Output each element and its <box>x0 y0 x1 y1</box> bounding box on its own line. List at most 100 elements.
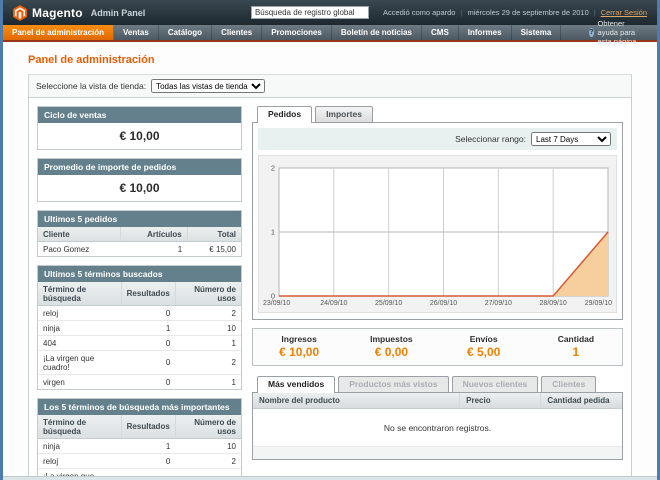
column-header: Número de usos <box>175 415 241 439</box>
nav-item-newsletter[interactable]: Boletín de noticias <box>332 25 422 40</box>
table-row: reloj02 <box>38 454 241 469</box>
magento-logo-icon <box>13 5 27 21</box>
tab-customers[interactable]: Clientes <box>541 376 596 392</box>
tab-bestsellers[interactable]: Más vendidos <box>257 376 335 393</box>
current-date: miércoles 29 de septiembre de 2010 <box>467 8 588 17</box>
nav-item-promotions[interactable]: Promociones <box>262 25 332 40</box>
store-view-bar: Seleccione la vista de tienda: Todas las… <box>28 74 632 97</box>
magento-admin-window: Magento Admin Panel Accedió como apardo … <box>0 0 660 480</box>
table-cell: 1 <box>120 242 187 257</box>
svg-text:29/09/10: 29/09/10 <box>585 300 612 307</box>
chart-tabs: Pedidos Importes <box>252 106 623 122</box>
table-row: virgen01 <box>38 375 241 390</box>
average-orders-value: € 10,00 <box>38 175 241 201</box>
table-cell: 0 <box>121 336 175 351</box>
top-search-terms-table: Término de búsquedaResultadosNúmero de u… <box>38 415 241 480</box>
table-cell: € 15,00 <box>187 242 241 257</box>
top-search-terms-title: Los 5 términos de búsqueda más important… <box>38 399 241 415</box>
last-orders-box: Ultimos 5 pedidos ClienteArtículosTotal … <box>37 210 242 257</box>
bestsellers-table: Nombre del productoPrecioCantidad pedida… <box>253 393 622 459</box>
nav-item-system[interactable]: Sistema <box>512 25 562 40</box>
range-select[interactable]: Last 7 Days <box>531 132 611 146</box>
table-cell: 1 <box>175 375 241 390</box>
table-row: ninja110 <box>38 321 241 336</box>
products-tabs: Más vendidos Productos más vistos Nuevos… <box>252 376 623 392</box>
column-header: Cantidad pedida <box>541 393 622 409</box>
average-orders-box: Promedio de importe de pedidos € 10,00 <box>37 158 242 202</box>
average-orders-title: Promedio de importe de pedidos <box>38 159 241 175</box>
tab-new-customers[interactable]: Nuevos clientes <box>452 376 539 392</box>
table-cell: 2 <box>175 454 241 469</box>
dashboard-main: Ciclo de ventas € 10,00 Promedio de impo… <box>28 97 632 480</box>
orders-chart: 01223/09/1024/09/1025/09/1026/09/1027/09… <box>258 155 617 313</box>
last-orders-title: Ultimos 5 pedidos <box>38 211 241 227</box>
logout-link[interactable]: Cerrar Sesión <box>601 8 647 17</box>
nav-item-customers[interactable]: Clientes <box>212 25 262 40</box>
svg-text:26/09/10: 26/09/10 <box>430 300 457 307</box>
table-cell: 404 <box>38 336 121 351</box>
table-row <box>253 447 622 459</box>
lifetime-sales-box: Ciclo de ventas € 10,00 <box>37 106 242 150</box>
header-bar: Magento Admin Panel Accedió como apardo … <box>3 0 657 25</box>
svg-text:23/09/10: 23/09/10 <box>263 300 290 307</box>
magento-logo: Magento Admin Panel <box>13 5 145 21</box>
column-header: Precio <box>460 393 541 409</box>
stat-shipping: Envíos € 5,00 <box>438 334 530 359</box>
last-search-terms-table: Término de búsquedaResultadosNúmero de u… <box>38 282 241 389</box>
table-row: ¡La virgen que cuadro!02 <box>38 351 241 375</box>
column-header: Total <box>187 227 241 242</box>
table-cell: 0 <box>121 375 175 390</box>
table-cell: 2 <box>175 351 241 375</box>
table-cell: 2 <box>175 306 241 321</box>
column-header: Artículos <box>120 227 187 242</box>
empty-message: No se encontraron registros. <box>253 409 622 447</box>
nav-item-cms[interactable]: CMS <box>422 25 459 40</box>
table-cell: 0 <box>121 454 175 469</box>
page-help-link[interactable]: ? Obtener ayuda para esta página <box>579 25 657 40</box>
table-cell: 10 <box>175 439 241 454</box>
stat-tax: Impuestos € 0,00 <box>345 334 437 359</box>
window-bottom-strip <box>3 476 657 480</box>
table-row: No se encontraron registros. <box>253 409 622 447</box>
svg-text:25/09/10: 25/09/10 <box>375 300 402 307</box>
chart-panel: Seleccionar rango: Last 7 Days 01223/09/… <box>252 122 623 320</box>
column-header: Cliente <box>38 227 120 242</box>
dashboard-left-column: Ciclo de ventas € 10,00 Promedio de impo… <box>37 106 242 480</box>
svg-text:24/09/10: 24/09/10 <box>320 300 347 307</box>
tab-most-viewed[interactable]: Productos más vistos <box>338 376 448 392</box>
svg-text:1: 1 <box>271 228 275 237</box>
tab-amounts[interactable]: Importes <box>315 106 373 122</box>
nav-item-sales[interactable]: Ventas <box>114 25 159 40</box>
column-header: Término de búsqueda <box>38 282 121 306</box>
table-cell: 1 <box>175 336 241 351</box>
last-search-terms-box: Ultimos 5 términos buscados Término de b… <box>37 265 242 390</box>
global-search-input[interactable] <box>251 6 369 19</box>
nav-item-reports[interactable]: Informes <box>459 25 512 40</box>
help-icon: ? <box>589 28 593 37</box>
table-row: ninja110 <box>38 439 241 454</box>
range-label: Seleccionar rango: <box>455 134 526 144</box>
table-cell: ninja <box>38 439 121 454</box>
totals-bar: Ingresos € 10,00 Impuestos € 0,00 Envíos… <box>252 328 623 366</box>
nav-item-dashboard[interactable]: Panel de administración <box>3 25 114 40</box>
lifetime-sales-title: Ciclo de ventas <box>38 107 241 123</box>
column-header: Número de usos <box>175 282 241 306</box>
svg-text:27/09/10: 27/09/10 <box>485 300 512 307</box>
nav-item-catalog[interactable]: Catálogo <box>159 25 212 40</box>
table-cell: Paco Gomez <box>38 242 120 257</box>
table-cell: virgen <box>38 375 121 390</box>
store-view-select[interactable]: Todas las vistas de tienda <box>151 79 265 93</box>
dashboard-right-column: Pedidos Importes Seleccionar rango: Last… <box>252 106 623 480</box>
brand-suffix: Admin Panel <box>91 8 146 18</box>
top-search-terms-box: Los 5 términos de búsqueda más important… <box>37 398 242 480</box>
table-cell: 1 <box>121 439 175 454</box>
main-nav: Panel de administración Ventas Catálogo … <box>3 25 657 42</box>
table-cell: 10 <box>175 321 241 336</box>
table-cell: reloj <box>38 306 121 321</box>
last-search-terms-title: Ultimos 5 términos buscados <box>38 266 241 282</box>
table-cell: 0 <box>121 306 175 321</box>
column-header: Término de búsqueda <box>38 415 121 439</box>
tab-orders[interactable]: Pedidos <box>257 106 312 123</box>
stat-quantity: Cantidad 1 <box>530 334 622 359</box>
table-cell: ninja <box>38 321 121 336</box>
